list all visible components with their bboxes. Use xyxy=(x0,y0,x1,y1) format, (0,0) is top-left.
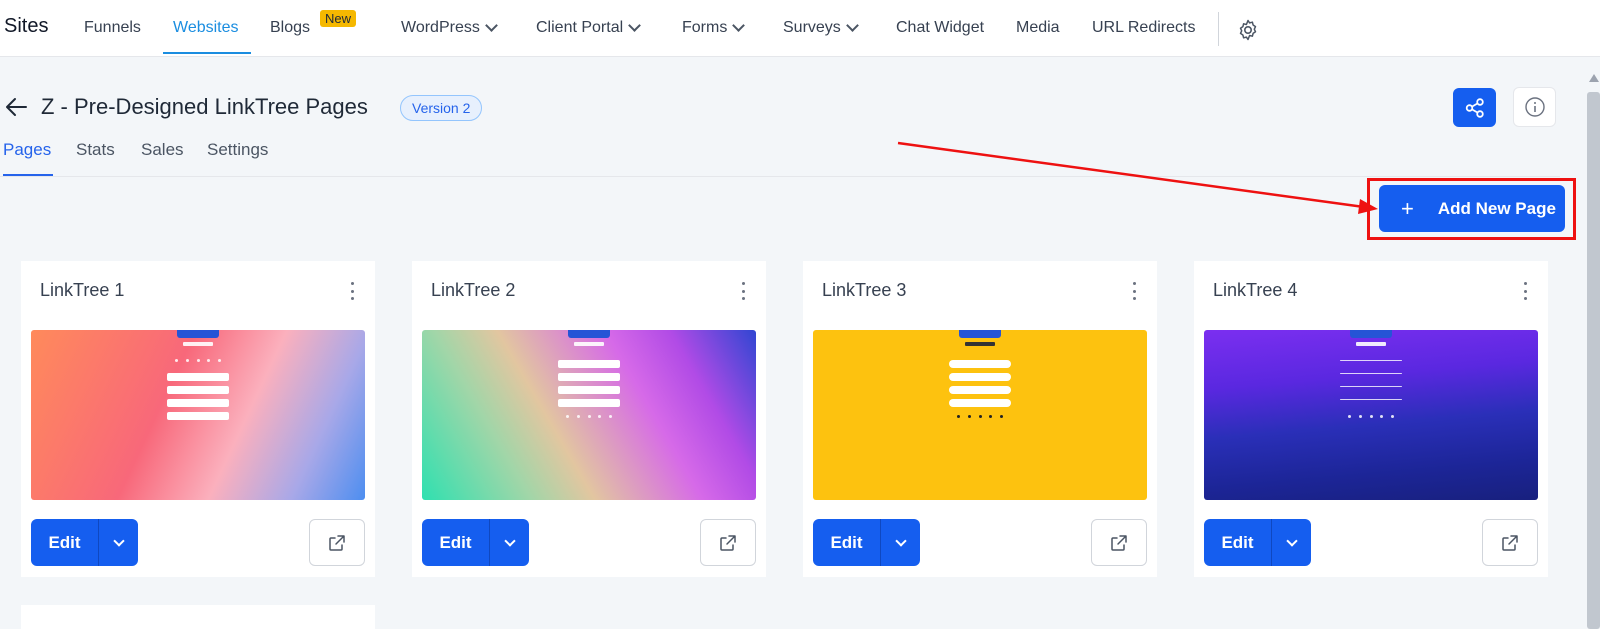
tabs-divider xyxy=(0,176,1560,177)
open-external-button[interactable] xyxy=(309,519,365,566)
edit-button-group: Edit xyxy=(1204,519,1311,566)
page-card: LinkTree 2 Edit xyxy=(412,261,766,577)
scroll-up-arrow-icon[interactable] xyxy=(1589,74,1599,82)
chevron-down-icon xyxy=(484,19,498,32)
edit-button-group: Edit xyxy=(31,519,138,566)
edit-button-group: Edit xyxy=(813,519,920,566)
nav-item-surveys[interactable]: Surveys xyxy=(783,19,859,37)
scrollbar-thumb[interactable] xyxy=(1587,92,1600,629)
chevron-down-icon xyxy=(845,19,859,32)
more-vertical-icon[interactable] xyxy=(1522,282,1528,300)
nav-item-client-portal[interactable]: Client Portal xyxy=(536,19,642,37)
nav-item-blogs[interactable]: Blogs xyxy=(270,19,310,37)
active-tab-indicator xyxy=(3,174,53,176)
nav-item-url-redirects[interactable]: URL Redirects xyxy=(1092,19,1195,37)
top-navigation: Sites Funnels Websites Blogs New WordPre… xyxy=(0,0,1600,57)
open-external-button[interactable] xyxy=(1091,519,1147,566)
edit-button[interactable]: Edit xyxy=(31,519,99,566)
back-arrow-icon[interactable] xyxy=(4,94,30,120)
info-button[interactable] xyxy=(1513,87,1556,127)
annotation-highlight-box xyxy=(1367,178,1576,240)
gear-icon[interactable] xyxy=(1236,18,1260,42)
active-nav-indicator xyxy=(163,52,251,54)
nav-label: Media xyxy=(1016,19,1060,36)
nav-label: Forms xyxy=(682,19,728,36)
share-icon xyxy=(1465,97,1484,118)
nav-item-media[interactable]: Media xyxy=(1016,19,1060,37)
nav-item-funnels[interactable]: Funnels xyxy=(84,19,141,37)
edit-button-group: Edit xyxy=(422,519,529,566)
external-link-icon xyxy=(720,534,736,551)
chevron-down-icon xyxy=(732,19,746,32)
share-button[interactable] xyxy=(1453,88,1496,127)
open-external-button[interactable] xyxy=(700,519,756,566)
nav-divider xyxy=(1218,12,1219,46)
external-link-icon xyxy=(1111,534,1127,551)
info-icon xyxy=(1524,97,1545,117)
nav-item-chat-widget[interactable]: Chat Widget xyxy=(896,19,984,37)
chevron-down-icon xyxy=(112,534,125,547)
page-card-partial xyxy=(21,605,375,629)
nav-label: Surveys xyxy=(783,19,841,36)
nav-label: Blogs xyxy=(270,19,311,36)
edit-dropdown-button[interactable] xyxy=(490,519,529,566)
more-vertical-icon[interactable] xyxy=(740,282,746,300)
nav-label: URL Redirects xyxy=(1092,19,1196,36)
tab-pages[interactable]: Pages xyxy=(3,140,51,160)
page-card: LinkTree 3 Edit xyxy=(803,261,1157,577)
chevron-down-icon xyxy=(1285,534,1298,547)
page-thumbnail[interactable] xyxy=(422,330,756,500)
more-vertical-icon[interactable] xyxy=(1131,282,1137,300)
edit-dropdown-button[interactable] xyxy=(1272,519,1311,566)
nav-label: Websites xyxy=(173,19,239,36)
more-vertical-icon[interactable] xyxy=(349,282,355,300)
tab-settings[interactable]: Settings xyxy=(207,140,268,160)
page-thumbnail[interactable] xyxy=(1204,330,1538,500)
page-card: LinkTree 4 Edit xyxy=(1194,261,1548,577)
edit-dropdown-button[interactable] xyxy=(99,519,138,566)
external-link-icon xyxy=(329,534,345,551)
card-title: LinkTree 3 xyxy=(822,280,907,300)
nav-item-forms[interactable]: Forms xyxy=(682,19,746,37)
nav-label: Client Portal xyxy=(536,19,624,36)
external-link-icon xyxy=(1502,534,1518,551)
chevron-down-icon xyxy=(894,534,907,547)
nav-label: Chat Widget xyxy=(896,19,985,36)
nav-item-websites[interactable]: Websites xyxy=(173,19,239,37)
nav-label: WordPress xyxy=(401,19,480,36)
nav-item-wordpress[interactable]: WordPress xyxy=(401,19,498,37)
edit-button[interactable]: Edit xyxy=(1204,519,1272,566)
edit-button[interactable]: Edit xyxy=(422,519,490,566)
page-thumbnail[interactable] xyxy=(813,330,1147,500)
edit-button[interactable]: Edit xyxy=(813,519,881,566)
card-title: LinkTree 1 xyxy=(40,280,125,300)
tab-sales[interactable]: Sales xyxy=(141,140,184,160)
card-title: LinkTree 2 xyxy=(431,280,516,300)
chevron-down-icon xyxy=(503,534,516,547)
nav-label: Funnels xyxy=(84,19,141,36)
page-title: Z - Pre-Designed LinkTree Pages xyxy=(41,94,368,119)
card-title: LinkTree 4 xyxy=(1213,280,1298,300)
chevron-down-icon xyxy=(628,19,642,32)
app-brand: Sites xyxy=(4,15,49,37)
new-badge: New xyxy=(320,10,357,27)
open-external-button[interactable] xyxy=(1482,519,1538,566)
page-card: LinkTree 1 Edit xyxy=(21,261,375,577)
tab-stats[interactable]: Stats xyxy=(76,140,115,160)
edit-dropdown-button[interactable] xyxy=(881,519,920,566)
version-badge[interactable]: Version 2 xyxy=(400,95,483,121)
page-thumbnail[interactable] xyxy=(31,330,365,500)
